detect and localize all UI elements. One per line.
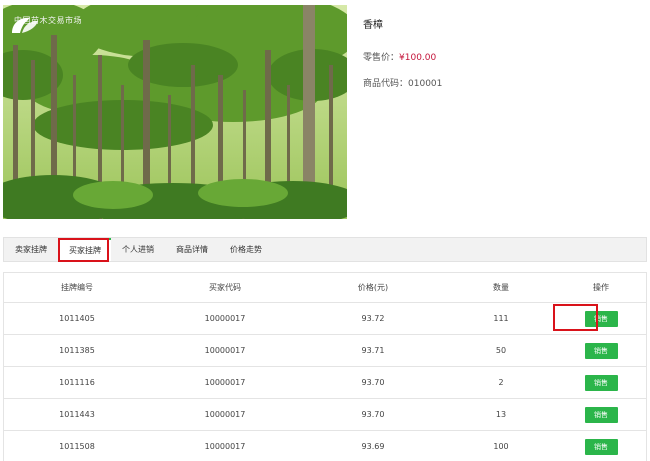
buyer-code: 10000017 [204, 442, 246, 451]
tab-bar: 卖家挂牌 买家挂牌 个人进销 商品详情 价格走势 [3, 237, 647, 262]
sell-button[interactable]: 销售 [584, 310, 618, 327]
header-listing-id: 挂牌编号 [61, 283, 93, 292]
product-name: 香樟 [363, 20, 383, 31]
buyer-code: 10000017 [204, 314, 246, 323]
tab-price-trend[interactable]: 价格走势 [230, 238, 262, 261]
product-code-label: 商品代码： [363, 79, 409, 89]
sell-button[interactable]: 销售 [584, 342, 618, 359]
price: 93.70 [361, 378, 385, 387]
header-quantity: 数量 [493, 283, 509, 292]
header-buyer-code: 买家代码 [209, 283, 241, 292]
buyer-code: 10000017 [204, 410, 246, 419]
action-cell: 销售 [556, 431, 646, 461]
tab-buyer-listing[interactable]: 买家挂牌 [59, 238, 111, 261]
sell-button[interactable]: 销售 [584, 374, 618, 391]
quantity: 2 [498, 378, 504, 387]
product-code-line: 商品代码：010001 [363, 76, 442, 89]
buyer-code: 10000017 [204, 378, 246, 387]
quantity: 13 [495, 410, 507, 419]
table-row: 1011405 10000017 93.72 111 销售 [4, 303, 646, 335]
retail-price-value: ¥100.00 [399, 53, 437, 63]
retail-price-label: 零售价： [363, 53, 400, 63]
product-code-value: 010001 [408, 79, 443, 89]
listing-id: 1011405 [59, 314, 95, 323]
forest-photo [3, 5, 347, 219]
action-cell: 销售 [556, 335, 646, 366]
price: 93.70 [361, 410, 385, 419]
price: 93.71 [361, 346, 385, 355]
header-action: 操作 [593, 283, 609, 292]
table-row: 1011385 10000017 93.71 50 销售 [4, 335, 646, 367]
listing-id: 1011443 [59, 410, 95, 419]
tab-product-details[interactable]: 商品详情 [176, 238, 208, 261]
retail-price-line: 零售价：¥100.00 [363, 50, 436, 63]
tab-personal-trades[interactable]: 个人进销 [122, 238, 154, 261]
buyer-code: 10000017 [204, 346, 246, 355]
listing-id: 1011116 [59, 378, 95, 387]
leaf-logo-icon [12, 17, 38, 33]
quantity: 100 [493, 442, 509, 451]
action-cell: 销售 [556, 399, 646, 430]
sell-button[interactable]: 销售 [584, 406, 618, 423]
table-row: 1011508 10000017 93.69 100 销售 [4, 431, 646, 461]
header-price: 价格(元) [357, 283, 389, 292]
action-cell: 销售 [556, 367, 646, 398]
price: 93.72 [361, 314, 385, 323]
buyer-listing-table: 挂牌编号 买家代码 价格(元) 数量 操作 1011405 10000017 9… [3, 272, 647, 461]
sell-button[interactable]: 销售 [584, 438, 618, 455]
listing-id: 1011385 [59, 346, 95, 355]
quantity: 50 [495, 346, 507, 355]
table-row: 1011443 10000017 93.70 13 销售 [4, 399, 646, 431]
tab-seller-listing[interactable]: 卖家挂牌 [15, 238, 47, 261]
product-image: 中国苗木交易市场 [3, 5, 347, 219]
table-row: 1011116 10000017 93.70 2 销售 [4, 367, 646, 399]
table-header: 挂牌编号 买家代码 价格(元) 数量 操作 [4, 273, 646, 303]
quantity: 111 [493, 314, 509, 323]
action-cell: 销售 [556, 303, 646, 334]
brand-logo: 中国苗木交易市场 [10, 15, 82, 33]
listing-id: 1011508 [59, 442, 95, 451]
price: 93.69 [361, 442, 385, 451]
